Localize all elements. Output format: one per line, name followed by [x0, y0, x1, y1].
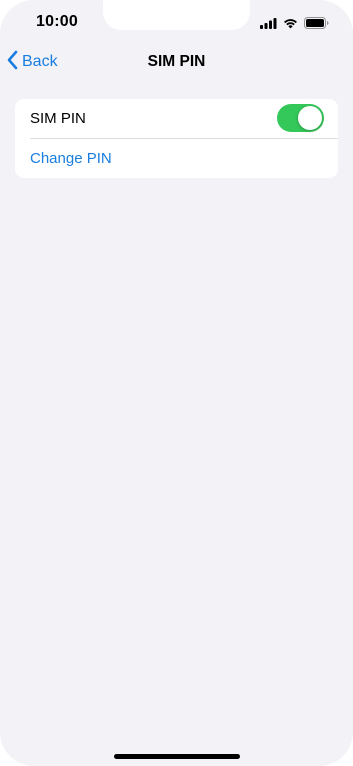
change-pin-row[interactable]: Change PIN [30, 138, 338, 178]
sim-pin-toggle[interactable] [277, 104, 324, 132]
sim-pin-settings-group: SIM PIN Change PIN [15, 99, 338, 178]
battery-icon [304, 16, 329, 34]
sim-pin-label: SIM PIN [30, 110, 86, 127]
page-title: SIM PIN [147, 53, 206, 70]
status-icons [260, 16, 329, 34]
change-pin-link[interactable]: Change PIN [30, 150, 112, 167]
phone-screen: 10:00 Back SIM PIN SIM PIN Change PIN [0, 0, 353, 766]
signal-icon [260, 16, 277, 34]
toggle-knob [298, 106, 322, 130]
wifi-icon [283, 16, 298, 34]
status-time: 10:00 [36, 13, 78, 30]
home-indicator[interactable] [114, 754, 240, 759]
sim-pin-row: SIM PIN [15, 99, 338, 138]
notch [103, 0, 250, 30]
status-bar: 10:00 [0, 0, 353, 44]
navigation-bar: Back SIM PIN [0, 44, 353, 84]
